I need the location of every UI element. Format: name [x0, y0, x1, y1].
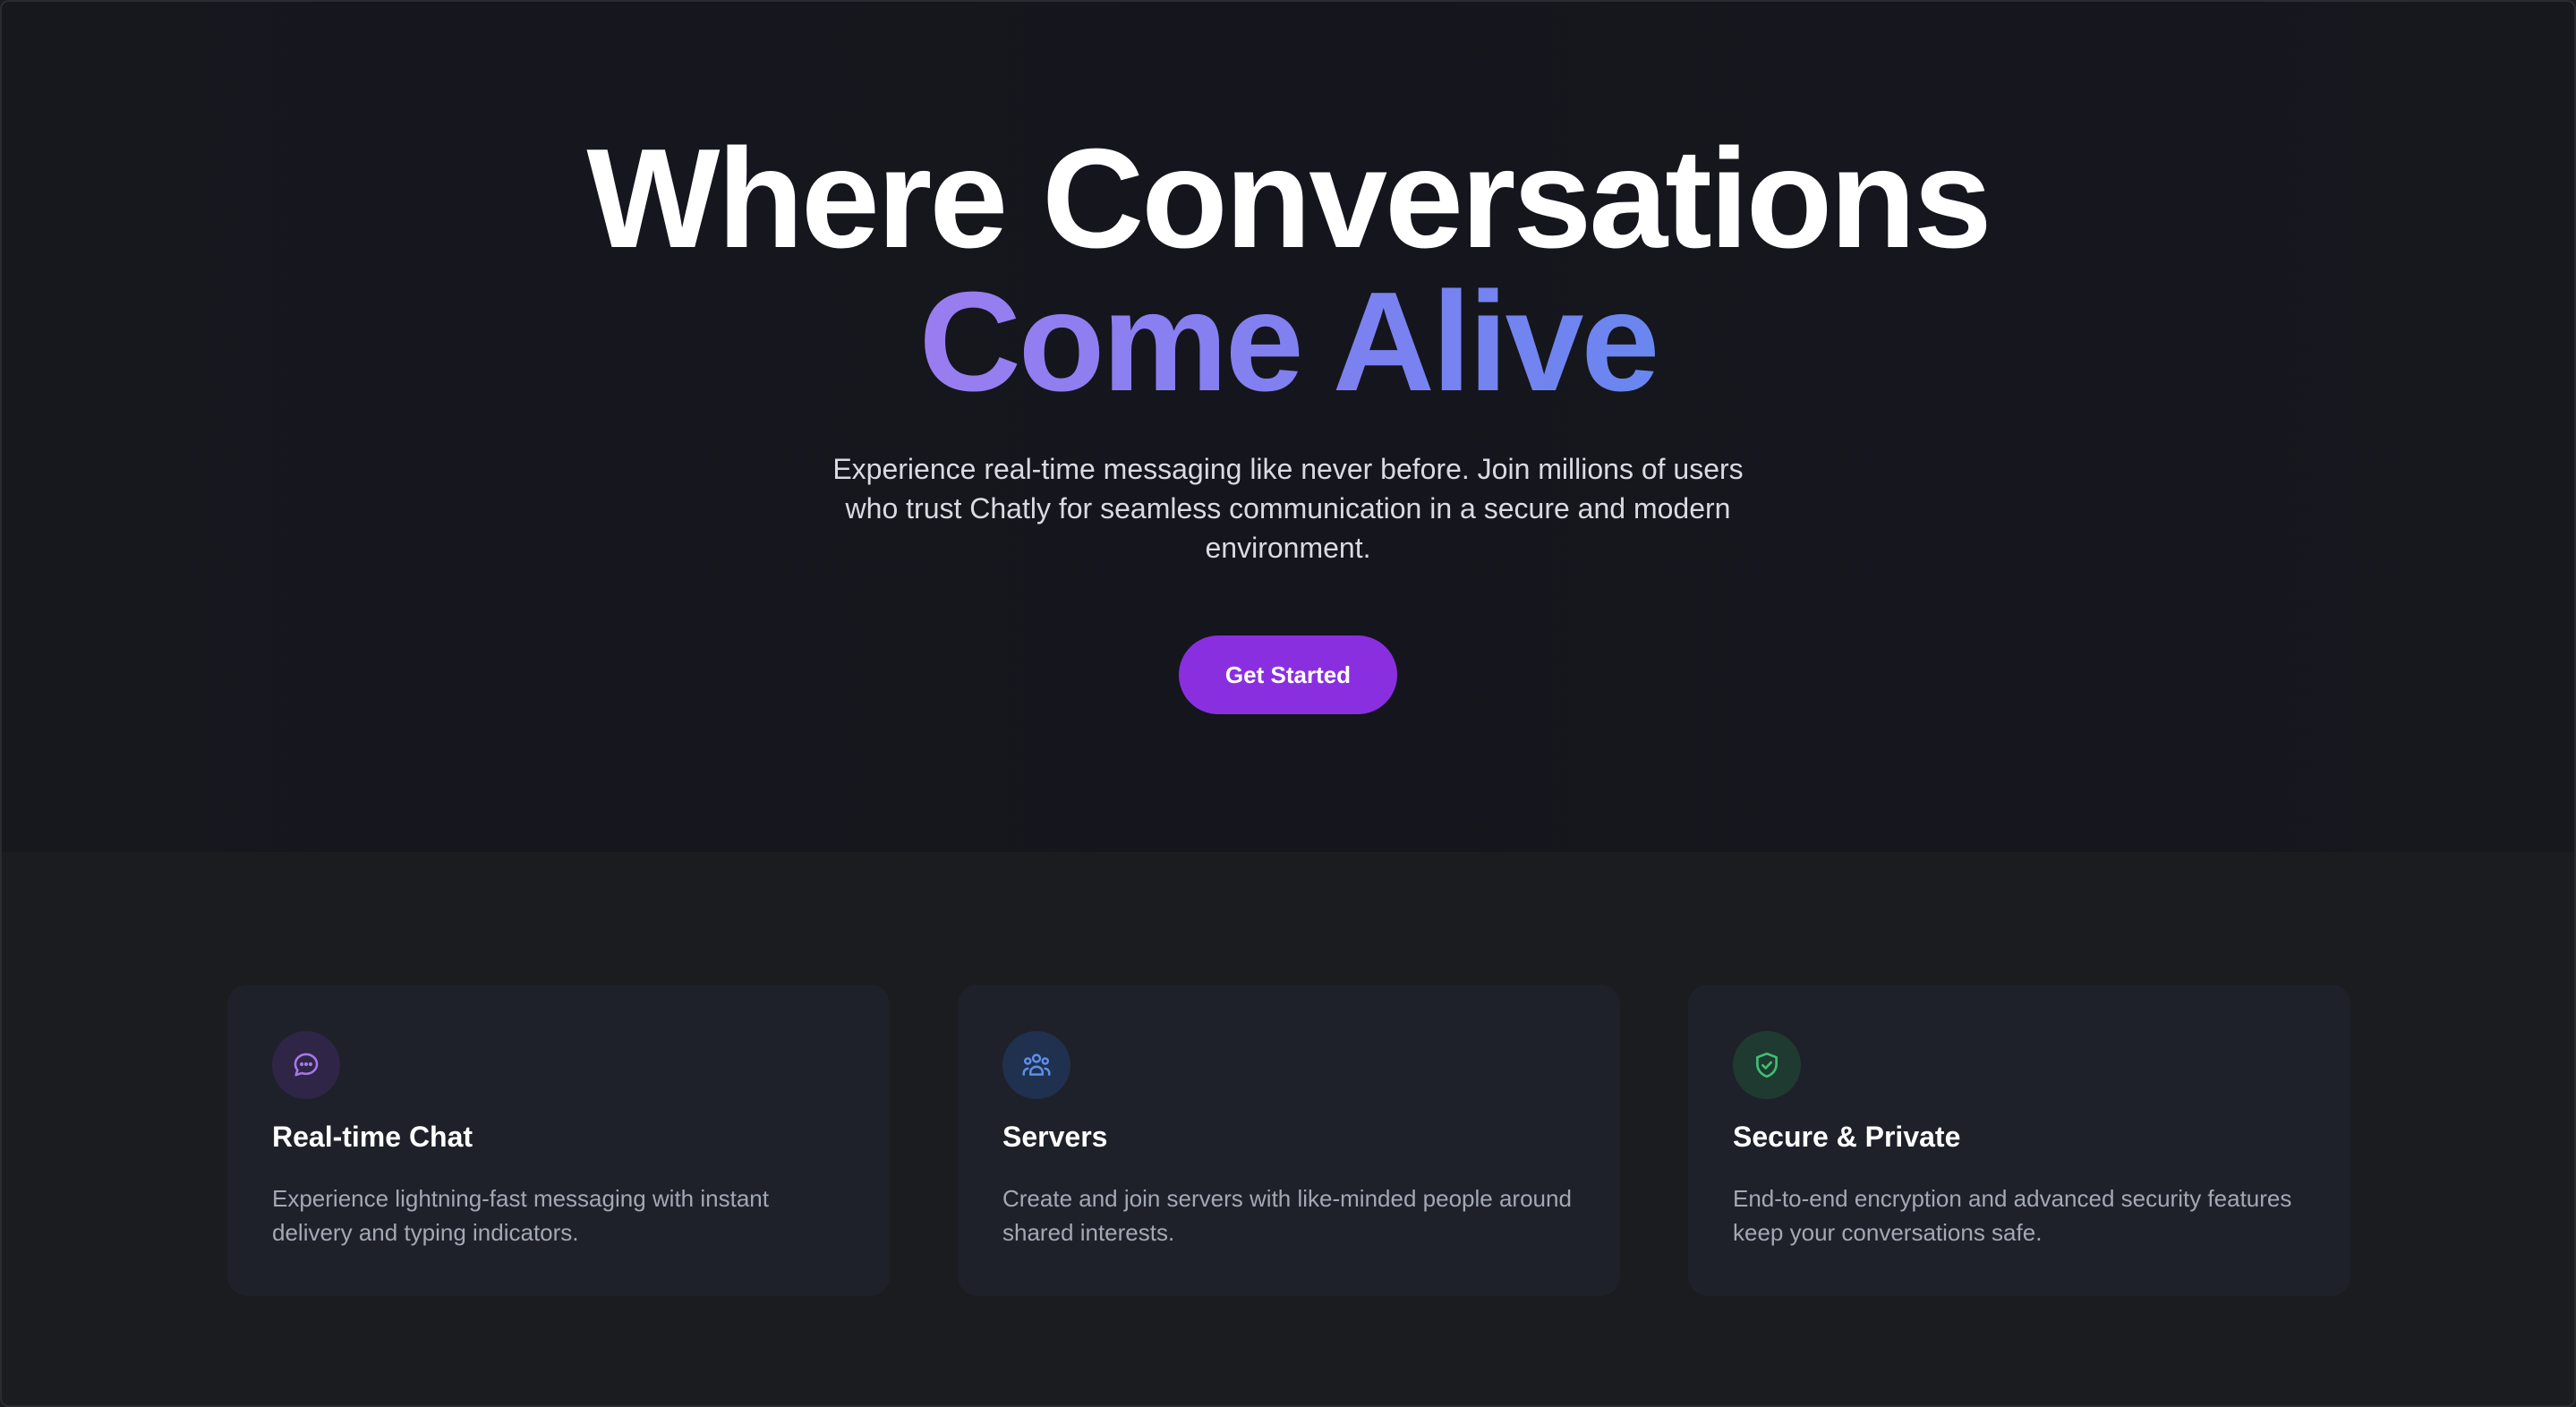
hero-title-line-2: Come Alive [918, 263, 1660, 421]
feature-description: End-to-end encryption and advanced secur… [1733, 1185, 2292, 1246]
feature-card-realtime-chat: Real-time Chat Experience lightning-fast… [227, 985, 890, 1296]
hero-title: Where Conversations Come Alive [2, 127, 2574, 414]
feature-description: Experience lightning-fast messaging with… [272, 1185, 769, 1246]
features-section: Real-time Chat Experience lightning-fast… [2, 852, 2574, 1405]
feature-card-secure-private: Secure & Private End-to-end encryption a… [1688, 985, 2350, 1296]
hero-section: Where Conversations Come Alive Experienc… [2, 2, 2574, 852]
get-started-button[interactable]: Get Started [1179, 635, 1397, 714]
shield-check-icon [1733, 1031, 1801, 1099]
hero-title-line-1: Where Conversations [586, 120, 1992, 277]
feature-title: Servers [1002, 1121, 1108, 1153]
feature-description: Create and join servers with like-minded… [1002, 1185, 1572, 1246]
feature-title: Secure & Private [1733, 1121, 1961, 1153]
chat-bubble-icon [272, 1031, 340, 1099]
landing-page: Where Conversations Come Alive Experienc… [0, 0, 2576, 1407]
feature-card-servers: Servers Create and join servers with lik… [958, 985, 1620, 1296]
feature-title: Real-time Chat [272, 1121, 473, 1153]
hero-subtitle: Experience real-time messaging like neve… [832, 453, 1744, 564]
users-group-icon [1002, 1031, 1070, 1099]
